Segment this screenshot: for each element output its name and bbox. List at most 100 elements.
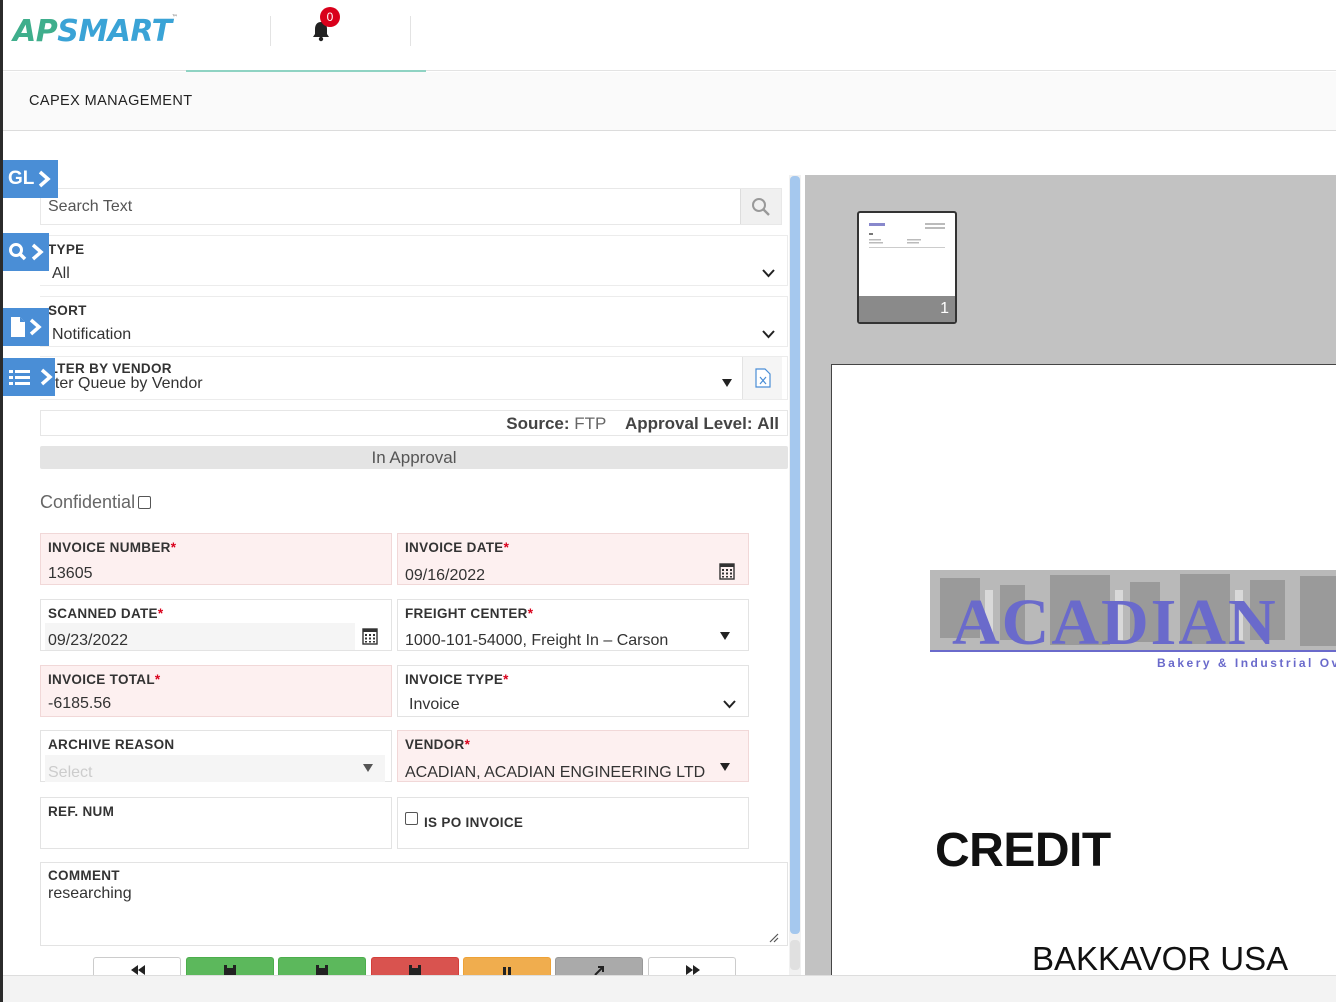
scanned-date-field[interactable]: SCANNED DATE* 09/23/2022 [40, 599, 392, 651]
calendar-icon[interactable] [362, 627, 378, 645]
navbar-divider [410, 16, 411, 46]
archive-reason-field[interactable]: ARCHIVE REASON Select [40, 730, 392, 782]
calendar-icon[interactable] [719, 562, 735, 580]
search-icon [751, 197, 771, 217]
document-page [831, 364, 1336, 1002]
chevron-right-icon [30, 243, 44, 261]
fast-forward-icon [685, 965, 701, 975]
chevron-right-icon [36, 170, 52, 188]
source-value: FTP [574, 414, 606, 433]
type-filter-label: TYPE [48, 242, 84, 257]
chevron-down-icon [762, 330, 775, 339]
next-invoice-button[interactable] [648, 957, 736, 975]
sort-filter[interactable]: SORT Notification [40, 296, 788, 347]
invoice-total-input[interactable]: -6185.56 [48, 695, 111, 713]
chevron-down-icon [762, 269, 775, 278]
window-left-edge [0, 0, 3, 1002]
caret-down-icon [363, 764, 373, 772]
sidetab-gl[interactable]: GL [3, 160, 58, 198]
sidetab-search[interactable] [3, 233, 49, 271]
chevron-right-icon [38, 368, 54, 386]
document-customer-name: BAKKAVOR USA [1032, 940, 1288, 978]
search-box [40, 188, 782, 225]
document-credit-title: CREDIT [935, 823, 1111, 878]
type-filter-value: All [52, 265, 70, 283]
sidetab-documents[interactable] [3, 308, 49, 346]
invoice-type-field[interactable]: INVOICE TYPE* Invoice [397, 665, 749, 717]
invoice-date-input[interactable]: 09/16/2022 [405, 567, 485, 585]
vendor-field[interactable]: VENDOR* ACADIAN, ACADIAN ENGINEERING LTD [397, 730, 749, 782]
save-icon [315, 965, 329, 975]
document-icon [8, 316, 28, 338]
invoice-date-field[interactable]: INVOICE DATE* 09/16/2022 [397, 533, 749, 585]
search-input[interactable] [41, 189, 731, 224]
is-po-invoice-label: IS PO INVOICE [424, 815, 523, 830]
type-filter[interactable]: TYPE All [40, 235, 788, 286]
vendor-filter-label: FILTER BY VENDOR [40, 361, 172, 376]
status-badge: In Approval [40, 446, 788, 469]
vendor-filter[interactable]: FILTER BY VENDOR Filter Queue by Vendor [40, 356, 788, 400]
sort-filter-value: Notification [52, 326, 131, 344]
invoice-number-field[interactable]: INVOICE NUMBER* 13605 [40, 533, 392, 585]
caret-down-icon [720, 632, 730, 640]
top-navbar: APSMART™ 0 [0, 0, 1336, 71]
export-button[interactable] [555, 957, 643, 975]
module-title-bar: CAPEX MANAGEMENT [3, 72, 1336, 131]
caret-down-icon [720, 763, 730, 771]
vendor-select[interactable]: ACADIAN, ACADIAN ENGINEERING LTD [405, 764, 705, 782]
apsmart-logo[interactable]: APSMART™ [13, 14, 177, 49]
invoice-type-select[interactable]: Invoice [409, 696, 460, 714]
freight-center-field[interactable]: FREIGHT CENTER* 1000-101-54000, Freight … [397, 599, 749, 651]
chevron-right-icon [28, 318, 42, 336]
invoice-info-bar: Source: FTP Approval Level: All [40, 410, 788, 436]
ref-num-field[interactable]: REF. NUM [40, 797, 392, 849]
invoice-total-field[interactable]: INVOICE TOTAL* -6185.56 [40, 665, 392, 717]
page-title: CAPEX MANAGEMENT [29, 93, 193, 109]
caret-down-icon [722, 379, 732, 387]
vendor-filter-value: Filter Queue by Vendor [40, 375, 203, 393]
form-scrollbar-thumb[interactable] [790, 176, 800, 934]
navbar-divider [270, 16, 271, 46]
resize-handle-icon[interactable] [769, 933, 779, 943]
freight-center-select[interactable]: 1000-101-54000, Freight In – Carson [405, 632, 668, 650]
thumbnail-preview-image [859, 213, 955, 293]
notification-badge[interactable]: 0 [320, 7, 340, 27]
sort-filter-label: SORT [48, 303, 87, 318]
is-po-invoice-field: IS PO INVOICE [397, 797, 749, 849]
save-icon [223, 965, 237, 975]
source-label: Source: [506, 414, 569, 433]
export-icon [592, 965, 606, 975]
save-button[interactable] [186, 957, 274, 975]
is-po-invoice-checkbox[interactable] [405, 812, 418, 825]
save-icon [408, 965, 422, 975]
sidetab-list[interactable] [3, 358, 55, 396]
search-button[interactable] [740, 189, 781, 224]
save-approve-button[interactable] [278, 957, 366, 975]
confidential-checkbox[interactable] [138, 496, 151, 509]
chevron-down-icon [723, 700, 736, 709]
form-scrollbar-bottom[interactable] [790, 940, 800, 970]
invoice-number-input[interactable]: 13605 [48, 565, 93, 583]
save-reject-button[interactable] [371, 957, 459, 975]
comment-label: COMMENT [48, 868, 120, 883]
archive-reason-select[interactable]: Select [48, 764, 92, 782]
list-icon [8, 367, 32, 387]
confidential-label: Confidential [40, 492, 135, 513]
document-tagline: Bakery & Industrial Ovens [1157, 656, 1336, 670]
approval-level-label: Approval Level: [625, 414, 753, 433]
page-thumbnail[interactable]: 1 [857, 211, 957, 324]
previous-invoice-button[interactable] [93, 957, 181, 975]
comment-textarea[interactable]: researching [48, 885, 132, 903]
approval-level-value: All [757, 414, 779, 433]
rewind-icon [130, 965, 146, 975]
excel-file-icon [755, 368, 771, 388]
export-excel-button[interactable] [742, 357, 782, 399]
scanned-date-input[interactable]: 09/23/2022 [48, 632, 128, 650]
hold-button[interactable] [463, 957, 551, 975]
svg-text:ACADIAN: ACADIAN [952, 586, 1278, 655]
comment-field[interactable]: COMMENT researching [40, 862, 788, 946]
pause-icon [500, 965, 514, 975]
footer-bar [3, 975, 1336, 1002]
confidential-toggle: Confidential [40, 492, 151, 513]
search-icon [8, 242, 30, 262]
